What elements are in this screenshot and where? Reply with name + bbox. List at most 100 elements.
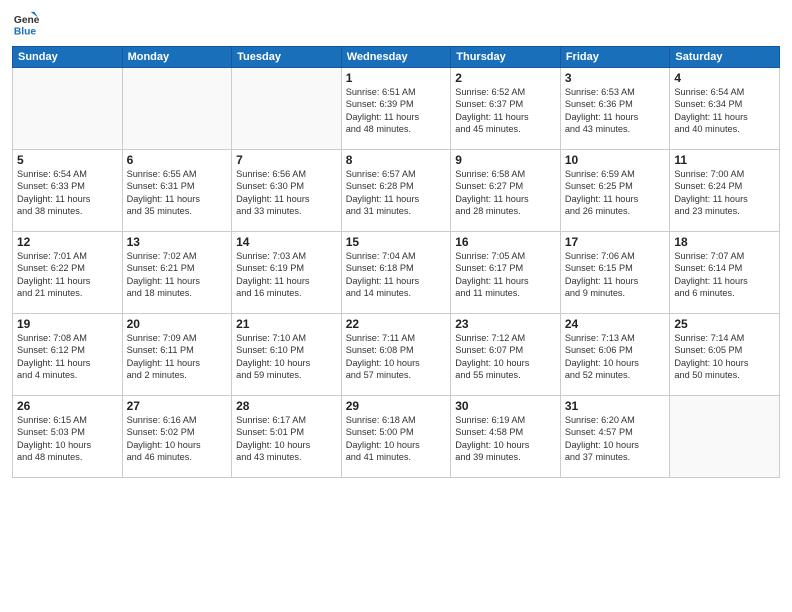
day-number: 27 bbox=[127, 399, 228, 413]
day-info: Sunrise: 6:54 AM Sunset: 6:34 PM Dayligh… bbox=[674, 86, 775, 136]
calendar-cell bbox=[13, 68, 123, 150]
day-number: 25 bbox=[674, 317, 775, 331]
day-info: Sunrise: 7:02 AM Sunset: 6:21 PM Dayligh… bbox=[127, 250, 228, 300]
weekday-header-sunday: Sunday bbox=[13, 47, 123, 68]
calendar-cell: 10Sunrise: 6:59 AM Sunset: 6:25 PM Dayli… bbox=[560, 150, 670, 232]
day-info: Sunrise: 6:54 AM Sunset: 6:33 PM Dayligh… bbox=[17, 168, 118, 218]
calendar-cell: 2Sunrise: 6:52 AM Sunset: 6:37 PM Daylig… bbox=[451, 68, 561, 150]
day-number: 22 bbox=[346, 317, 447, 331]
day-info: Sunrise: 7:08 AM Sunset: 6:12 PM Dayligh… bbox=[17, 332, 118, 382]
calendar-cell: 7Sunrise: 6:56 AM Sunset: 6:30 PM Daylig… bbox=[232, 150, 342, 232]
svg-text:General: General bbox=[14, 15, 40, 26]
day-number: 21 bbox=[236, 317, 337, 331]
day-info: Sunrise: 6:59 AM Sunset: 6:25 PM Dayligh… bbox=[565, 168, 666, 218]
day-number: 4 bbox=[674, 71, 775, 85]
week-row-1: 5Sunrise: 6:54 AM Sunset: 6:33 PM Daylig… bbox=[13, 150, 780, 232]
calendar-cell bbox=[232, 68, 342, 150]
day-info: Sunrise: 6:57 AM Sunset: 6:28 PM Dayligh… bbox=[346, 168, 447, 218]
calendar-cell bbox=[122, 68, 232, 150]
day-number: 13 bbox=[127, 235, 228, 249]
calendar-cell: 29Sunrise: 6:18 AM Sunset: 5:00 PM Dayli… bbox=[341, 396, 451, 478]
day-info: Sunrise: 7:14 AM Sunset: 6:05 PM Dayligh… bbox=[674, 332, 775, 382]
day-info: Sunrise: 7:03 AM Sunset: 6:19 PM Dayligh… bbox=[236, 250, 337, 300]
day-number: 8 bbox=[346, 153, 447, 167]
day-number: 5 bbox=[17, 153, 118, 167]
day-info: Sunrise: 6:16 AM Sunset: 5:02 PM Dayligh… bbox=[127, 414, 228, 464]
calendar-cell: 4Sunrise: 6:54 AM Sunset: 6:34 PM Daylig… bbox=[670, 68, 780, 150]
day-number: 30 bbox=[455, 399, 556, 413]
calendar-cell: 15Sunrise: 7:04 AM Sunset: 6:18 PM Dayli… bbox=[341, 232, 451, 314]
day-info: Sunrise: 6:53 AM Sunset: 6:36 PM Dayligh… bbox=[565, 86, 666, 136]
day-info: Sunrise: 7:09 AM Sunset: 6:11 PM Dayligh… bbox=[127, 332, 228, 382]
week-row-3: 19Sunrise: 7:08 AM Sunset: 6:12 PM Dayli… bbox=[13, 314, 780, 396]
calendar-cell: 6Sunrise: 6:55 AM Sunset: 6:31 PM Daylig… bbox=[122, 150, 232, 232]
calendar-cell: 18Sunrise: 7:07 AM Sunset: 6:14 PM Dayli… bbox=[670, 232, 780, 314]
day-info: Sunrise: 6:58 AM Sunset: 6:27 PM Dayligh… bbox=[455, 168, 556, 218]
day-info: Sunrise: 6:51 AM Sunset: 6:39 PM Dayligh… bbox=[346, 86, 447, 136]
day-number: 16 bbox=[455, 235, 556, 249]
calendar-cell bbox=[670, 396, 780, 478]
day-number: 17 bbox=[565, 235, 666, 249]
weekday-header-tuesday: Tuesday bbox=[232, 47, 342, 68]
day-info: Sunrise: 7:00 AM Sunset: 6:24 PM Dayligh… bbox=[674, 168, 775, 218]
day-info: Sunrise: 7:12 AM Sunset: 6:07 PM Dayligh… bbox=[455, 332, 556, 382]
day-info: Sunrise: 7:06 AM Sunset: 6:15 PM Dayligh… bbox=[565, 250, 666, 300]
calendar-cell: 24Sunrise: 7:13 AM Sunset: 6:06 PM Dayli… bbox=[560, 314, 670, 396]
calendar-cell: 23Sunrise: 7:12 AM Sunset: 6:07 PM Dayli… bbox=[451, 314, 561, 396]
day-number: 24 bbox=[565, 317, 666, 331]
day-info: Sunrise: 6:55 AM Sunset: 6:31 PM Dayligh… bbox=[127, 168, 228, 218]
day-number: 11 bbox=[674, 153, 775, 167]
day-info: Sunrise: 6:18 AM Sunset: 5:00 PM Dayligh… bbox=[346, 414, 447, 464]
calendar-cell: 11Sunrise: 7:00 AM Sunset: 6:24 PM Dayli… bbox=[670, 150, 780, 232]
calendar-cell: 31Sunrise: 6:20 AM Sunset: 4:57 PM Dayli… bbox=[560, 396, 670, 478]
logo: General Blue bbox=[12, 10, 40, 38]
day-number: 23 bbox=[455, 317, 556, 331]
calendar-container: General Blue SundayMondayTuesdayWednesda… bbox=[0, 0, 792, 612]
weekday-header-friday: Friday bbox=[560, 47, 670, 68]
day-info: Sunrise: 6:15 AM Sunset: 5:03 PM Dayligh… bbox=[17, 414, 118, 464]
day-info: Sunrise: 6:17 AM Sunset: 5:01 PM Dayligh… bbox=[236, 414, 337, 464]
day-info: Sunrise: 7:10 AM Sunset: 6:10 PM Dayligh… bbox=[236, 332, 337, 382]
calendar-cell: 20Sunrise: 7:09 AM Sunset: 6:11 PM Dayli… bbox=[122, 314, 232, 396]
day-number: 1 bbox=[346, 71, 447, 85]
calendar-cell: 22Sunrise: 7:11 AM Sunset: 6:08 PM Dayli… bbox=[341, 314, 451, 396]
day-number: 9 bbox=[455, 153, 556, 167]
calendar-cell: 9Sunrise: 6:58 AM Sunset: 6:27 PM Daylig… bbox=[451, 150, 561, 232]
day-number: 19 bbox=[17, 317, 118, 331]
weekday-header-thursday: Thursday bbox=[451, 47, 561, 68]
calendar-cell: 16Sunrise: 7:05 AM Sunset: 6:17 PM Dayli… bbox=[451, 232, 561, 314]
day-info: Sunrise: 7:11 AM Sunset: 6:08 PM Dayligh… bbox=[346, 332, 447, 382]
day-number: 18 bbox=[674, 235, 775, 249]
weekday-header-monday: Monday bbox=[122, 47, 232, 68]
day-info: Sunrise: 7:01 AM Sunset: 6:22 PM Dayligh… bbox=[17, 250, 118, 300]
day-number: 26 bbox=[17, 399, 118, 413]
day-info: Sunrise: 7:05 AM Sunset: 6:17 PM Dayligh… bbox=[455, 250, 556, 300]
day-number: 10 bbox=[565, 153, 666, 167]
day-number: 28 bbox=[236, 399, 337, 413]
day-info: Sunrise: 7:13 AM Sunset: 6:06 PM Dayligh… bbox=[565, 332, 666, 382]
week-row-2: 12Sunrise: 7:01 AM Sunset: 6:22 PM Dayli… bbox=[13, 232, 780, 314]
weekday-header-saturday: Saturday bbox=[670, 47, 780, 68]
day-number: 31 bbox=[565, 399, 666, 413]
calendar-cell: 28Sunrise: 6:17 AM Sunset: 5:01 PM Dayli… bbox=[232, 396, 342, 478]
calendar-cell: 17Sunrise: 7:06 AM Sunset: 6:15 PM Dayli… bbox=[560, 232, 670, 314]
day-number: 14 bbox=[236, 235, 337, 249]
calendar-cell: 30Sunrise: 6:19 AM Sunset: 4:58 PM Dayli… bbox=[451, 396, 561, 478]
calendar-cell: 14Sunrise: 7:03 AM Sunset: 6:19 PM Dayli… bbox=[232, 232, 342, 314]
header: General Blue bbox=[12, 10, 780, 38]
day-number: 3 bbox=[565, 71, 666, 85]
calendar-table: SundayMondayTuesdayWednesdayThursdayFrid… bbox=[12, 46, 780, 478]
calendar-cell: 26Sunrise: 6:15 AM Sunset: 5:03 PM Dayli… bbox=[13, 396, 123, 478]
calendar-cell: 25Sunrise: 7:14 AM Sunset: 6:05 PM Dayli… bbox=[670, 314, 780, 396]
day-number: 15 bbox=[346, 235, 447, 249]
day-info: Sunrise: 6:19 AM Sunset: 4:58 PM Dayligh… bbox=[455, 414, 556, 464]
week-row-4: 26Sunrise: 6:15 AM Sunset: 5:03 PM Dayli… bbox=[13, 396, 780, 478]
day-number: 12 bbox=[17, 235, 118, 249]
calendar-cell: 13Sunrise: 7:02 AM Sunset: 6:21 PM Dayli… bbox=[122, 232, 232, 314]
day-info: Sunrise: 6:56 AM Sunset: 6:30 PM Dayligh… bbox=[236, 168, 337, 218]
svg-text:Blue: Blue bbox=[14, 26, 37, 37]
weekday-header-wednesday: Wednesday bbox=[341, 47, 451, 68]
calendar-cell: 19Sunrise: 7:08 AM Sunset: 6:12 PM Dayli… bbox=[13, 314, 123, 396]
day-info: Sunrise: 6:20 AM Sunset: 4:57 PM Dayligh… bbox=[565, 414, 666, 464]
calendar-cell: 12Sunrise: 7:01 AM Sunset: 6:22 PM Dayli… bbox=[13, 232, 123, 314]
